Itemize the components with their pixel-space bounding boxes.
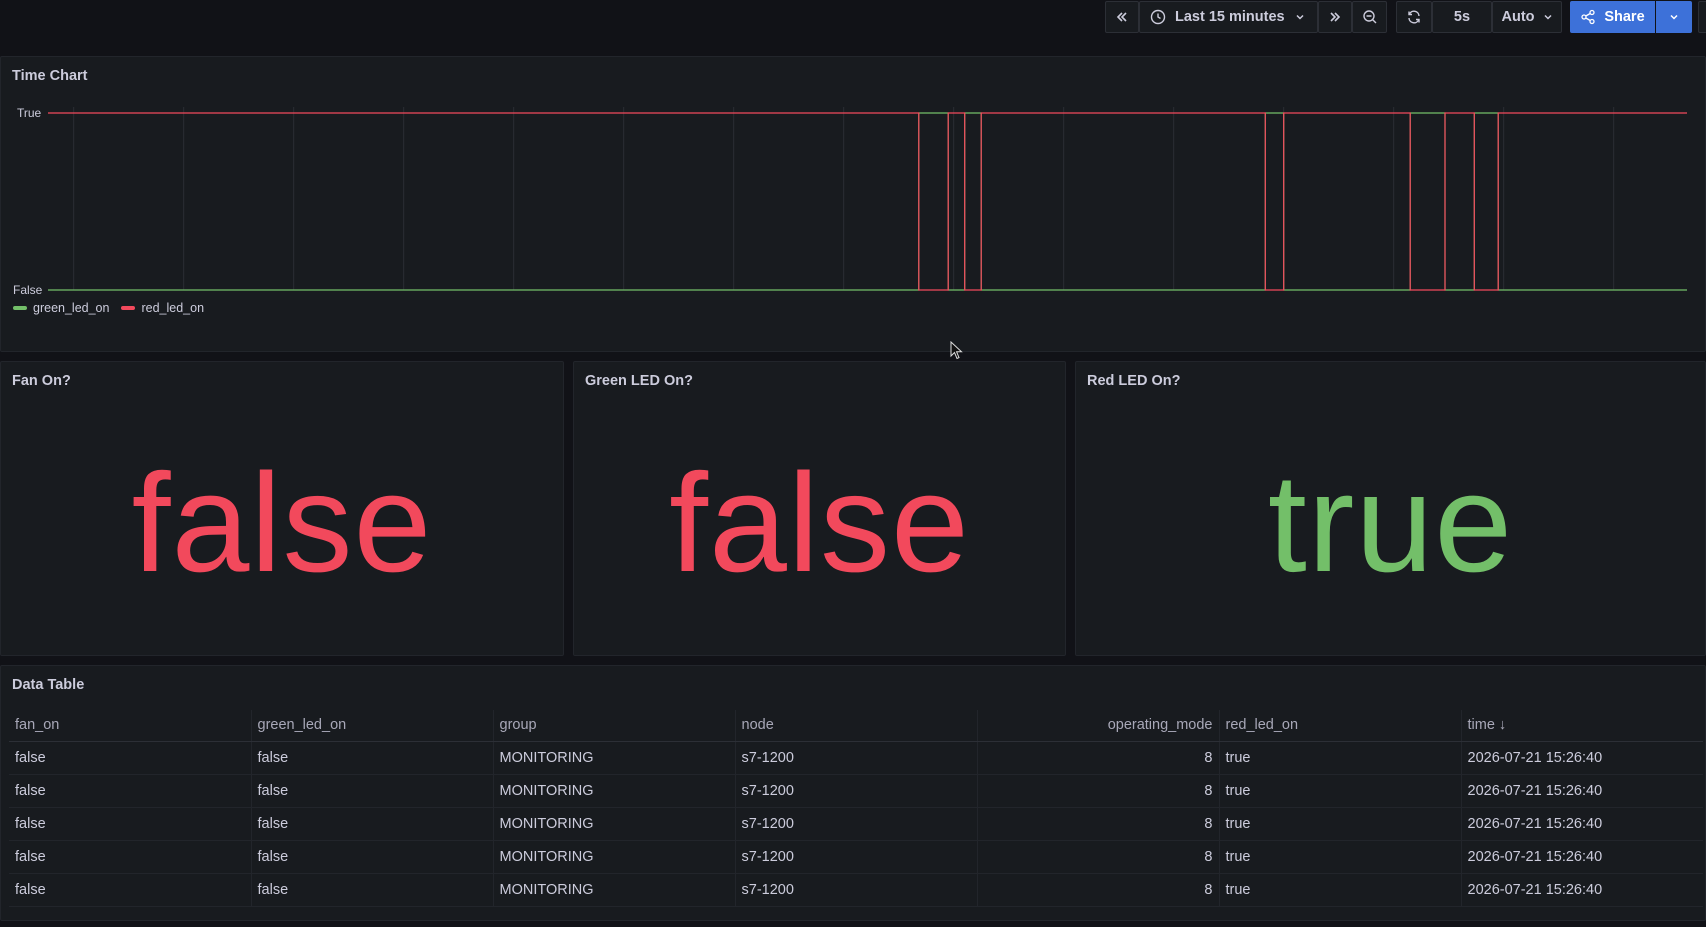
table-cell: true xyxy=(1218,774,1461,808)
table-cell: false xyxy=(9,873,251,907)
time-range-picker[interactable]: Last 15 minutes xyxy=(1139,1,1318,33)
table-cell: s7-1200 xyxy=(734,807,977,841)
zoom-out-icon xyxy=(1362,10,1376,24)
column-header-red-led-on[interactable]: red_led_on xyxy=(1218,710,1461,742)
table-cell: false xyxy=(250,774,493,808)
table-cell: false xyxy=(250,840,493,874)
table-cell: 2026-07-21 15:26:40 xyxy=(1460,873,1703,907)
table-cell: s7-1200 xyxy=(734,774,977,808)
table-cell: false xyxy=(9,807,251,841)
column-header-green-led-on[interactable]: green_led_on xyxy=(250,710,493,742)
panel-title: Red LED On? xyxy=(1087,373,1181,389)
share-label: Share xyxy=(1604,9,1645,25)
column-header-operating-mode[interactable]: operating_mode xyxy=(976,710,1219,742)
auto-refresh-label: Auto xyxy=(1501,9,1535,25)
red-led-stat-panel[interactable]: Red LED On? true xyxy=(1075,361,1706,656)
column-header-node[interactable]: node xyxy=(734,710,977,742)
table-cell: 2026-07-21 15:26:40 xyxy=(1460,741,1703,775)
table-cell: MONITORING xyxy=(492,840,735,874)
table-cell: MONITORING xyxy=(492,807,735,841)
mouse-cursor-icon xyxy=(950,341,963,360)
table-cell: 2026-07-21 15:26:40 xyxy=(1460,774,1703,808)
state-timeline-chart[interactable]: 15:12:0015:13:0015:14:0015:15:0015:16:00… xyxy=(1,57,1706,297)
table-cell: false xyxy=(250,807,493,841)
refresh-button[interactable] xyxy=(1396,1,1432,33)
legend-item-green-led-on[interactable]: green_led_on xyxy=(13,301,109,315)
table-cell: 8 xyxy=(976,840,1219,874)
chevrons-left-icon xyxy=(1116,12,1127,22)
table-cell: 8 xyxy=(976,741,1219,775)
table-cell: true xyxy=(1218,840,1461,874)
panel-title: Fan On? xyxy=(12,373,71,389)
auto-refresh-dropdown[interactable]: Auto xyxy=(1492,1,1562,33)
data-table-panel[interactable]: Data Table fan_on green_led_on group nod… xyxy=(0,665,1706,921)
time-range-forward-button[interactable] xyxy=(1318,1,1352,33)
column-header-fan-on[interactable]: fan_on xyxy=(9,710,251,742)
table-cell: 8 xyxy=(976,873,1219,907)
data-table: fan_on green_led_on group node operating… xyxy=(9,710,1703,907)
table-cell: 2026-07-21 15:26:40 xyxy=(1460,840,1703,874)
table-cell: s7-1200 xyxy=(734,741,977,775)
panel-title: Data Table xyxy=(12,677,85,693)
clock-icon xyxy=(1150,9,1166,25)
legend-swatch xyxy=(121,306,136,310)
column-header-group[interactable]: group xyxy=(492,710,735,742)
chevrons-right-icon xyxy=(1330,12,1341,22)
stat-value: false xyxy=(131,444,433,601)
legend-label: red_led_on xyxy=(141,301,205,315)
time-range-label: Last 15 minutes xyxy=(1175,9,1285,25)
table-cell: s7-1200 xyxy=(734,840,977,874)
zoom-out-button[interactable] xyxy=(1352,1,1387,33)
table-cell: MONITORING xyxy=(492,873,735,907)
refresh-interval-label: 5s xyxy=(1453,9,1471,25)
dashboard-toolbar: Last 15 minutes 5s Auto Share xyxy=(0,0,1706,36)
table-cell: false xyxy=(9,840,251,874)
y-tick-label: True xyxy=(17,106,42,120)
chevron-down-icon xyxy=(1670,14,1678,20)
table-cell: MONITORING xyxy=(492,774,735,808)
chart-legend: green_led_on red_led_on xyxy=(13,301,204,315)
time-chart-panel[interactable]: Time Chart 15:12:0015:13:0015:14:0015:15… xyxy=(0,56,1706,352)
share-button[interactable]: Share xyxy=(1570,1,1655,33)
column-header-time[interactable]: time ↓ xyxy=(1460,710,1703,742)
table-cell: 2026-07-21 15:26:40 xyxy=(1460,807,1703,841)
table-cell: MONITORING xyxy=(492,741,735,775)
refresh-interval-picker[interactable]: 5s xyxy=(1432,1,1492,33)
table-cell: s7-1200 xyxy=(734,873,977,907)
table-header-row: fan_on green_led_on group node operating… xyxy=(9,710,1703,742)
table-cell: 8 xyxy=(976,807,1219,841)
table-row: false false MONITORING s7-1200 8 true 20… xyxy=(9,873,1703,907)
table-cell: false xyxy=(250,741,493,775)
table-cell: 8 xyxy=(976,774,1219,808)
legend-label: green_led_on xyxy=(33,301,110,315)
refresh-icon xyxy=(1408,10,1420,24)
table-cell: true xyxy=(1218,741,1461,775)
table-row: false false MONITORING s7-1200 8 true 20… xyxy=(9,741,1703,775)
panel-title: Green LED On? xyxy=(585,373,693,389)
y-tick-label: False xyxy=(13,283,43,297)
green-led-stat-panel[interactable]: Green LED On? false xyxy=(573,361,1066,656)
table-cell: true xyxy=(1218,873,1461,907)
legend-swatch xyxy=(13,306,27,310)
table-row: false false MONITORING s7-1200 8 true 20… xyxy=(9,807,1703,841)
time-range-back-button[interactable] xyxy=(1105,1,1139,33)
chevron-down-icon xyxy=(1543,14,1552,20)
legend-item-red-led-on[interactable]: red_led_on xyxy=(121,301,204,315)
fan-on-stat-panel[interactable]: Fan On? false xyxy=(0,361,564,656)
table-cell: false xyxy=(250,873,493,907)
share-options-button[interactable] xyxy=(1656,1,1692,33)
chevron-down-icon xyxy=(1296,14,1304,20)
table-row: false false MONITORING s7-1200 8 true 20… xyxy=(9,774,1703,808)
share-icon xyxy=(1581,9,1595,25)
toolbar-overflow-edge xyxy=(1698,1,1706,33)
table-cell: true xyxy=(1218,807,1461,841)
table-cell: false xyxy=(9,774,251,808)
stat-value: true xyxy=(1267,444,1514,601)
table-cell: false xyxy=(9,741,251,775)
table-row: false false MONITORING s7-1200 8 true 20… xyxy=(9,840,1703,874)
stat-value: false xyxy=(669,444,970,601)
